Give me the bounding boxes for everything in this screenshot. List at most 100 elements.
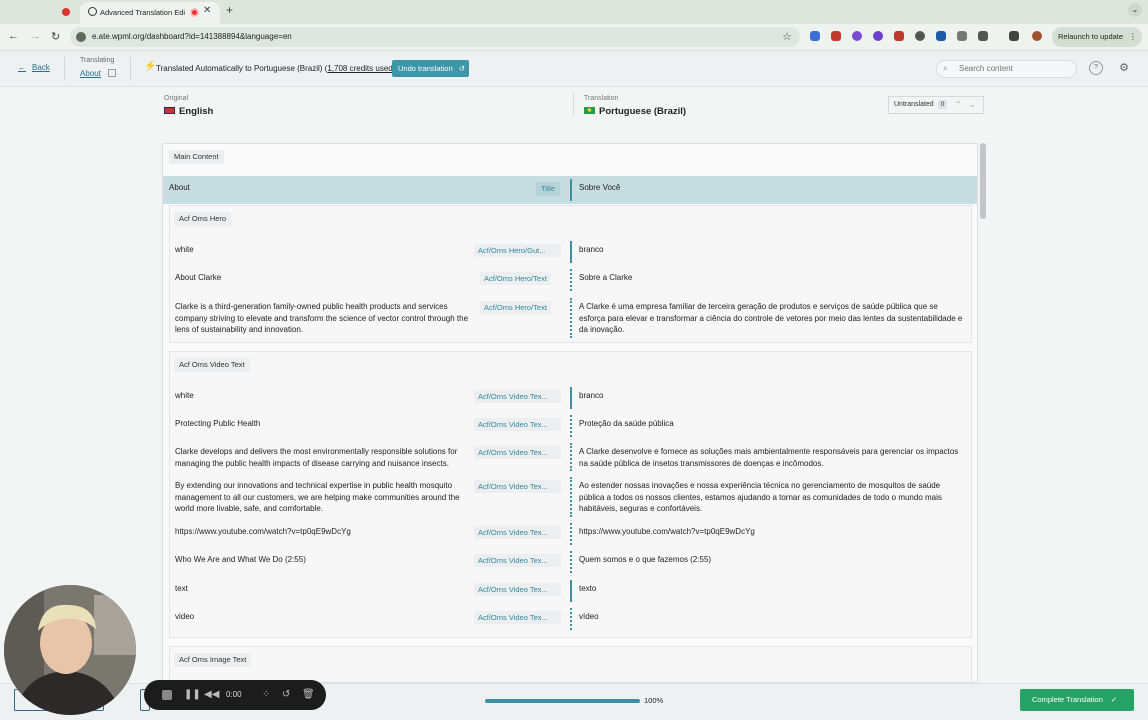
segment-row[interactable]: Clarke develops and delivers the most en… (170, 443, 971, 474)
browser-tab-active[interactable]: Advanced Translation Edi ✕ (80, 2, 220, 24)
field-tag: Acf/Oms Video Tex... (474, 554, 561, 567)
source-text: https://www.youtube.com/watch?v=tp0qE9wD… (175, 527, 351, 536)
unconfirmed-indicator (570, 443, 572, 471)
target-text[interactable]: Sobre Você (579, 183, 620, 192)
external-link-icon[interactable] (108, 69, 116, 77)
more-menu-icon[interactable]: ⋮ (1129, 32, 1137, 41)
group-label: Acf Oms Hero (174, 212, 232, 226)
extension-icon[interactable] (852, 31, 862, 41)
stop-recording-icon[interactable] (162, 690, 172, 700)
extension-icon[interactable] (894, 31, 904, 41)
target-text[interactable]: branco (579, 244, 964, 256)
unconfirmed-indicator (570, 415, 572, 437)
original-language-value: English (179, 106, 214, 117)
segment-row[interactable]: text Acf/Oms Video Tex... texto (170, 580, 971, 605)
chevron-down-icon[interactable]: ⌄ (969, 97, 976, 113)
bookmark-star-icon[interactable]: ☆ (782, 30, 792, 43)
title-row[interactable]: About Title Sobre Você (163, 176, 977, 204)
extension-icon[interactable] (957, 31, 967, 41)
pause-icon[interactable]: ❚❚ (184, 689, 201, 700)
undo-translation-button[interactable]: Undo translation ↺ (392, 60, 469, 77)
tab-search-icon[interactable]: ⌄ (1128, 3, 1142, 17)
editor-header: ← Back Translating About ⚡ Translated Aut… (0, 51, 1148, 87)
rewind-icon[interactable]: ◀◀ (204, 689, 219, 700)
segment-row[interactable]: video Acf/Oms Video Tex... vídeo (170, 608, 971, 633)
field-group: Acf Oms Hero white Acf/Oms Hero/Gut... b… (169, 205, 972, 343)
credits-used[interactable]: 1,708 credits used (327, 64, 392, 73)
original-label: Original (164, 95, 189, 102)
back-link[interactable]: ← Back (18, 63, 50, 72)
complete-translation-button[interactable]: Complete Translation ✓ (1020, 689, 1134, 711)
field-tag: Acf/Oms Video Tex... (474, 390, 561, 403)
unconfirmed-indicator (570, 298, 572, 338)
source-text: Clarke is a third-generation family-owne… (175, 302, 469, 334)
restart-icon[interactable]: ↺ (282, 689, 290, 700)
target-text[interactable]: Quem somos e o que fazemos (2:55) (579, 554, 964, 566)
extension-icon[interactable] (810, 31, 820, 41)
source-text: About (169, 183, 190, 192)
target-text[interactable]: branco (579, 390, 964, 402)
url-text[interactable]: e.ate.wpml.org/dashboard?id=141388894&la… (92, 32, 292, 41)
loading-favicon-icon (88, 7, 97, 16)
target-text[interactable]: A Clarke é uma empresa familiar de terce… (579, 301, 964, 336)
field-tag: Acf/Oms Video Tex... (474, 526, 561, 539)
extension-icon[interactable] (873, 31, 883, 41)
translating-page-link[interactable]: About (80, 69, 101, 78)
segment-row[interactable]: Who We Are and What We Do (2:55) Acf/Oms… (170, 551, 971, 576)
progress-fill (485, 699, 640, 703)
profile-avatar[interactable] (1032, 31, 1042, 41)
translation-language-value: Portuguese (Brazil) (599, 106, 687, 117)
back-arrow-icon: ← (18, 63, 26, 72)
help-icon[interactable]: ? (1089, 61, 1103, 75)
target-text[interactable]: Sobre a Clarke (579, 272, 964, 284)
target-text[interactable]: https://www.youtube.com/watch?v=tp0qE9wD… (579, 526, 964, 538)
divider (130, 57, 131, 81)
section-label: Main Content (169, 150, 224, 164)
search-input[interactable] (959, 64, 1069, 73)
extension-icon[interactable] (831, 31, 841, 41)
unconfirmed-indicator (570, 523, 572, 545)
recording-tab-icon[interactable] (62, 8, 70, 16)
segment-row[interactable]: https://www.youtube.com/watch?v=tp0qE9wD… (170, 523, 971, 548)
target-text[interactable]: Ao estender nossas inovações e nossa exp… (579, 480, 964, 515)
target-text[interactable]: A Clarke desenvolve e fornece as soluçõe… (579, 446, 964, 469)
field-tag: Acf/Oms Video Tex... (474, 583, 561, 596)
back-arrow-icon[interactable]: ← (8, 30, 19, 42)
grid-icon[interactable]: ⁘ (262, 689, 270, 700)
extensions-puzzle-icon[interactable] (978, 31, 988, 41)
relaunch-button[interactable]: Relaunch to update ⋮ (1052, 27, 1142, 47)
segment-row[interactable]: white Acf/Oms Video Tex... branco (170, 387, 971, 412)
target-text[interactable]: vídeo (579, 611, 964, 623)
field-tag: Acf/Oms Hero/Text (480, 301, 551, 314)
reload-icon[interactable]: ↻ (51, 30, 60, 43)
progress-bar (485, 699, 640, 703)
segment-row[interactable]: Protecting Public Health Acf/Oms Video T… (170, 415, 971, 440)
untranslated-navigator[interactable]: Untranslated 0 ⌃ ⌄ (888, 96, 984, 114)
trash-icon[interactable]: 🗑 (302, 689, 315, 700)
tab-close-icon[interactable]: ✕ (203, 5, 211, 16)
forward-arrow-icon[interactable]: → (30, 30, 41, 42)
target-text[interactable]: texto (579, 583, 964, 595)
translation-content: Main Content About Title Sobre Você Acf … (162, 143, 978, 683)
url-field[interactable]: e.ate.wpml.org/dashboard?id=141388894&la… (70, 27, 800, 47)
segment-row[interactable]: By extending our innovations and technic… (170, 477, 971, 520)
segment-row[interactable]: About Clarke Acf/Oms Hero/Text Sobre a C… (170, 269, 971, 294)
unconfirmed-indicator (570, 608, 572, 630)
search-box[interactable]: ⌕ (936, 60, 1077, 78)
reading-list-icon[interactable] (1009, 31, 1019, 41)
new-tab-icon[interactable]: + (226, 3, 233, 17)
check-icon: ✓ (1110, 695, 1118, 704)
target-text[interactable]: Proteção da saúde pública (579, 418, 964, 430)
auto-translated-status: Translated Automatically to Portuguese (… (156, 64, 395, 73)
field-tag: Acf/Oms Video Tex... (474, 480, 561, 493)
segment-row[interactable]: Clarke is a third-generation family-owne… (170, 298, 971, 341)
webcam-bubble (4, 585, 136, 715)
segment-row[interactable]: white Acf/Oms Hero/Gut... branco (170, 241, 971, 266)
extension-icon[interactable] (936, 31, 946, 41)
chevron-up-icon[interactable]: ⌃ (955, 97, 962, 113)
browser-tab-bar: Advanced Translation Edi ✕ + ⌄ (0, 0, 1148, 24)
content-scrollbar[interactable] (980, 143, 986, 219)
site-info-icon[interactable] (76, 32, 86, 42)
settings-gear-icon[interactable]: ⚙ (1117, 61, 1131, 75)
extension-icon[interactable] (915, 31, 925, 41)
